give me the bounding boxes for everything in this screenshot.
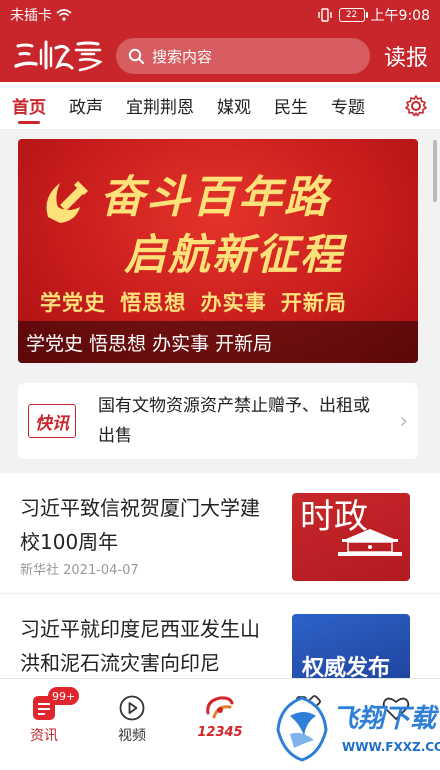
clock-text: 上午9:08 bbox=[370, 8, 430, 24]
app-header: 搜索内容 读报 bbox=[0, 30, 440, 82]
read-newspaper-button[interactable]: 读报 bbox=[384, 40, 428, 72]
thumb-label: 权威发布 bbox=[302, 656, 391, 678]
chevron-right-icon: › bbox=[399, 408, 408, 434]
search-placeholder: 搜索内容 bbox=[152, 47, 213, 66]
nav-label: 视频 bbox=[118, 728, 146, 744]
tab-politics[interactable]: 政声 bbox=[69, 82, 103, 130]
flash-text: 国有文物资源资产禁止赠予、出租或出售 bbox=[98, 396, 370, 446]
list-item[interactable]: 习近平致信祝贺厦门大学建校100周年 新华社 2021-04-07 时政 bbox=[0, 473, 440, 594]
tab-topics[interactable]: 专题 bbox=[331, 82, 365, 130]
flash-badge: 快讯 bbox=[28, 404, 76, 438]
tab-region[interactable]: 宜荆荆恩 bbox=[126, 82, 194, 130]
battery-icon: 22 bbox=[338, 8, 368, 22]
nav-news[interactable]: 99+ 资讯 bbox=[0, 679, 88, 770]
banner-caption: 学党史 悟思想 办实事 开新局 bbox=[18, 321, 418, 363]
vibrate-icon bbox=[317, 8, 332, 22]
gear-icon[interactable] bbox=[404, 94, 428, 118]
watermark-text: 飞翔下载 bbox=[332, 704, 437, 734]
wifi-icon bbox=[56, 9, 72, 21]
banner-carousel[interactable]: 奋斗百年路 启航新征程 学党史 悟思想 办实事 开新局 学党史 悟思想 办实事 … bbox=[18, 139, 418, 363]
carrier-text: 未插卡 bbox=[10, 8, 52, 24]
tab-livelihood[interactable]: 民生 bbox=[274, 82, 308, 130]
news-list: 习近平致信祝贺厦门大学建校100周年 新华社 2021-04-07 时政 习近平… bbox=[0, 473, 440, 678]
nav-video[interactable]: 视频 bbox=[88, 679, 176, 770]
banner-slogan: 学党史 悟思想 办实事 开新局 bbox=[40, 291, 347, 315]
search-bar[interactable]: 搜索内容 bbox=[116, 38, 370, 74]
nav-hotline[interactable]: 12345 bbox=[176, 679, 264, 770]
news-thumbnail: 权威发布 bbox=[292, 614, 410, 678]
video-icon bbox=[119, 695, 145, 721]
nav-label: 资讯 bbox=[30, 728, 58, 744]
party-emblem-icon bbox=[46, 181, 88, 223]
tab-home[interactable]: 首页 bbox=[12, 82, 46, 130]
logo-calligraphy-icon bbox=[14, 40, 103, 72]
tiananmen-icon bbox=[338, 529, 402, 556]
tab-media[interactable]: 媒观 bbox=[217, 82, 251, 130]
channel-tabs: 首页 政声 宜荆荆恩 媒观 民生 专题 bbox=[0, 82, 440, 130]
banner-headline-2: 启航新征程 bbox=[124, 230, 345, 279]
news-meta: 新华社 2021-04-07 bbox=[20, 563, 139, 578]
news-title: 习近平就印度尼西亚发生山洪和泥石流灾害向印尼 bbox=[20, 617, 260, 675]
news-title: 习近平致信祝贺厦门大学建校100周年 bbox=[20, 496, 260, 554]
watermark-emblem-icon bbox=[276, 696, 328, 762]
app-screen: 未插卡 22 上午9:08 搜索内容 读报 首页 政声 宜荆荆恩 媒观 民生 专… bbox=[0, 0, 440, 770]
nav-label: 12345 bbox=[197, 725, 243, 740]
list-item[interactable]: 习近平就印度尼西亚发生山洪和泥石流灾害向印尼 权威发布 bbox=[0, 594, 440, 678]
status-bar: 未插卡 22 上午9:08 bbox=[0, 0, 440, 30]
notification-badge: 99+ bbox=[48, 687, 80, 705]
feed-content[interactable]: 奋斗百年路 启航新征程 学党史 悟思想 办实事 开新局 学党史 悟思想 办实事 … bbox=[0, 130, 440, 678]
scrollbar[interactable] bbox=[433, 140, 437, 202]
watermark-logo: 飞翔下载 WWW.FXXZ.COM bbox=[272, 690, 440, 770]
banner-headline-1: 奋斗百年路 bbox=[100, 172, 330, 223]
news-thumbnail: 时政 bbox=[292, 493, 410, 581]
watermark-url: WWW.FXXZ.COM bbox=[342, 740, 440, 754]
search-icon bbox=[128, 48, 144, 64]
hotline-icon bbox=[206, 696, 234, 719]
flash-news-card[interactable]: 快讯 国有文物资源资产禁止赠予、出租或出售 › bbox=[18, 383, 418, 459]
app-logo[interactable] bbox=[12, 36, 110, 76]
